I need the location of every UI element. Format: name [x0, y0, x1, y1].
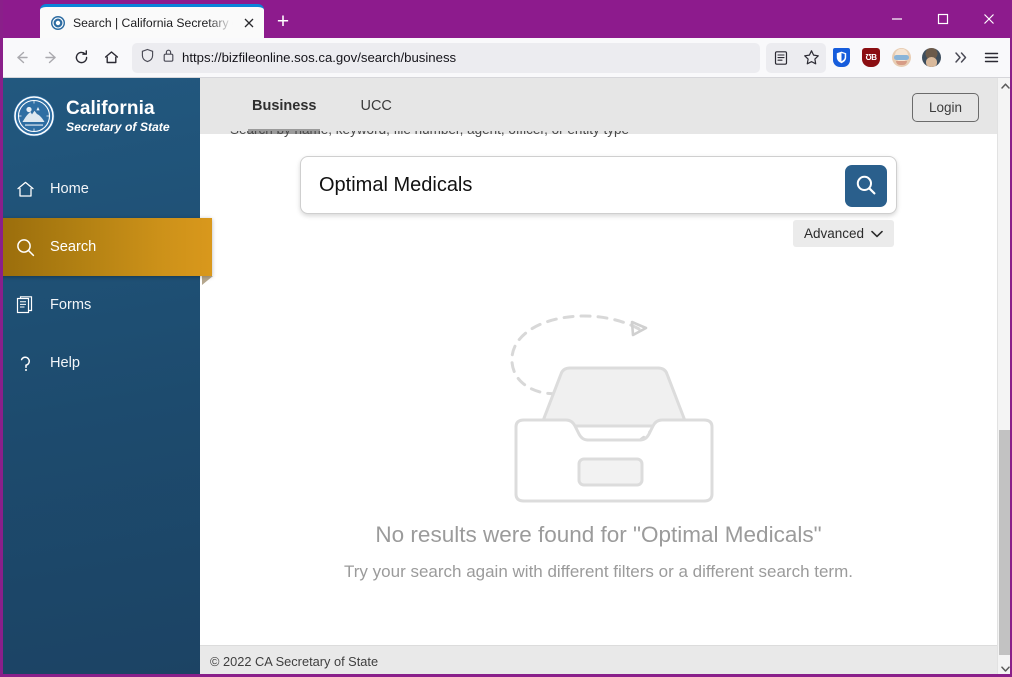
browser-tab[interactable]: Search | California Secretary of St	[40, 4, 264, 38]
sidebar-item-search[interactable]: Search	[0, 218, 213, 285]
page-tabs: Business UCC	[200, 78, 414, 134]
advanced-label: Advanced	[803, 226, 864, 241]
search-submit-button[interactable]	[845, 165, 887, 207]
tab-label: UCC	[360, 98, 392, 114]
ublock-origin-extension-icon[interactable]: ƱB	[856, 43, 886, 73]
forward-arrow-icon[interactable]	[36, 43, 66, 73]
bitwarden-extension-icon[interactable]	[826, 43, 856, 73]
browser-toolbar-icons: ƱB	[766, 42, 1006, 73]
california-state-seal-icon	[12, 94, 56, 138]
advanced-search-button[interactable]: Advanced	[792, 220, 894, 247]
url-bar[interactable]: https://bizfileonline.sos.ca.gov/search/…	[132, 42, 760, 73]
tab-business[interactable]: Business	[230, 78, 338, 134]
browser-tab-title: Search | California Secretary of St	[73, 15, 233, 30]
reload-icon[interactable]	[66, 43, 96, 73]
sidebar-item-home[interactable]: Home	[0, 160, 200, 218]
sidebar-item-forms[interactable]: Forms	[0, 276, 200, 334]
profile-avatar-1-icon[interactable]	[886, 43, 916, 73]
maximize-icon[interactable]	[920, 0, 966, 38]
home-icon	[14, 178, 36, 200]
tab-ucc[interactable]: UCC	[338, 78, 413, 134]
profile-avatar-2-icon[interactable]	[916, 43, 946, 73]
back-arrow-icon[interactable]	[6, 43, 36, 73]
sidebar-item-label: Search	[50, 239, 97, 255]
site-footer: © 2022 CA Secretary of State	[200, 645, 997, 677]
chevron-down-icon	[871, 226, 883, 241]
overflow-chevrons-icon[interactable]	[946, 43, 976, 73]
empty-results-title: No results were found for "Optimal Medic…	[375, 522, 822, 547]
help-question-icon	[14, 352, 36, 374]
browser-titlebar: Search | California Secretary of St +	[0, 0, 1012, 38]
home-icon[interactable]	[96, 43, 126, 73]
search-input[interactable]	[319, 173, 828, 197]
page-content: Search by name, keyword, file number, ag…	[200, 131, 997, 677]
california-seal-favicon-icon	[50, 15, 66, 31]
brand-text: California Secretary of State	[66, 97, 170, 134]
main-column: Business UCC Login Search by name, keywo…	[200, 78, 997, 677]
login-button[interactable]: Login	[911, 93, 979, 122]
page-viewport: California Secretary of State Home Searc…	[0, 78, 1012, 677]
bookmark-star-icon[interactable]	[796, 43, 826, 73]
forms-icon	[14, 294, 36, 316]
reader-view-icon[interactable]	[766, 43, 796, 73]
search-magnifier-icon	[854, 173, 878, 200]
window-edge-left	[0, 0, 3, 677]
shield-icon[interactable]	[140, 48, 155, 68]
window-controls	[874, 0, 1012, 38]
page-header: Business UCC Login	[200, 78, 997, 134]
browser-window: Search | California Secretary of St +	[0, 0, 1012, 677]
footer-copyright: © 2022 CA Secretary of State	[210, 654, 379, 669]
sidebar-item-label: Home	[50, 181, 89, 197]
new-tab-button[interactable]: +	[270, 8, 296, 34]
hamburger-menu-icon[interactable]	[976, 43, 1006, 73]
search-box[interactable]	[300, 156, 897, 214]
search-row: Advanced	[300, 156, 897, 247]
url-text[interactable]: https://bizfileonline.sos.ca.gov/search/…	[182, 50, 456, 65]
search-icon	[14, 236, 36, 258]
sidebar-item-label: Forms	[50, 297, 92, 313]
brand-subtitle: Secretary of State	[66, 119, 170, 134]
reader-bookmark-group	[766, 42, 826, 73]
sidebar-item-label: Help	[50, 355, 81, 371]
site-sidebar: California Secretary of State Home Searc…	[0, 78, 213, 677]
empty-results-state: No results were found for "Optimal Medic…	[200, 284, 997, 582]
browser-navbar: https://bizfileonline.sos.ca.gov/search/…	[0, 38, 1012, 78]
tab-close-icon[interactable]	[240, 14, 258, 32]
sidebar-item-help[interactable]: Help	[0, 334, 200, 392]
empty-drawer-illustration-icon	[484, 284, 714, 514]
sidebar-nav: Home Search Forms Help	[0, 160, 213, 392]
padlock-icon[interactable]	[162, 48, 175, 68]
minimize-icon[interactable]	[874, 0, 920, 38]
brand-title: California	[66, 97, 155, 119]
tab-label: Business	[252, 98, 317, 114]
site-brand[interactable]: California Secretary of State	[0, 78, 200, 138]
empty-results-subtitle: Try your search again with different fil…	[344, 562, 853, 581]
search-hint-clipped: Search by name, keyword, file number, ag…	[230, 131, 960, 140]
window-close-icon[interactable]	[966, 0, 1012, 38]
